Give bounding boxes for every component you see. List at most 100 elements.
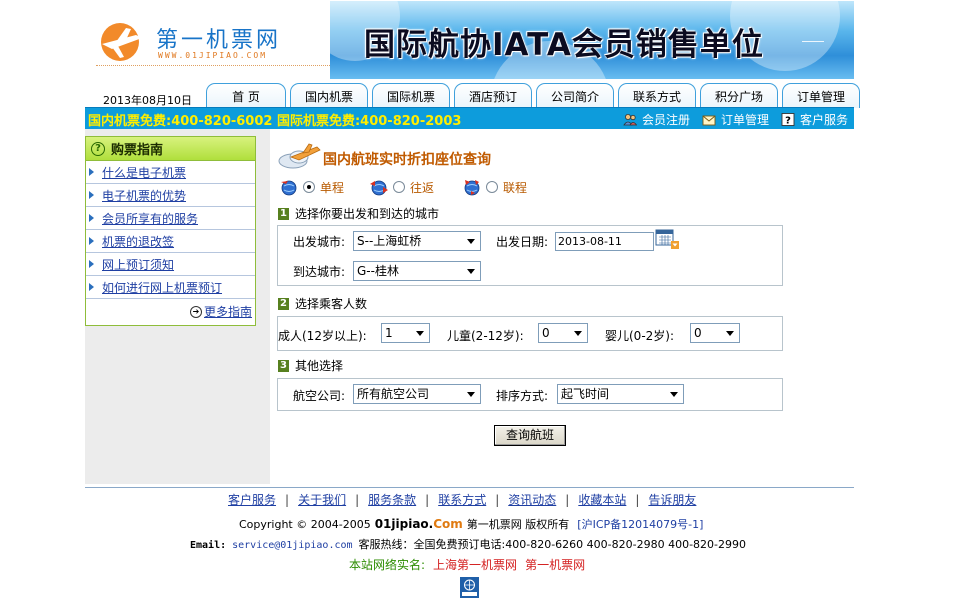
globe-multi-city-icon [464,180,480,196]
iata-banner[interactable]: 国际航协IATA会员销售单位 [330,1,854,79]
infant-count-select[interactable]: 0 [690,323,740,343]
copyright-prefix: Copyright © 2004-2005 [239,518,371,531]
hotline-text: 国内机票免费:400-820-6002 国际机票免费:400-820-2003 [88,114,462,129]
depart-city-label: 出发城市: [293,235,346,249]
depart-city-value: S--上海虹桥 [357,234,422,248]
step-3-number: 3 [278,359,289,372]
tab-company-profile[interactable]: 公司简介 [536,83,614,108]
chevron-down-icon [670,392,678,397]
footer-separator: | [285,492,290,507]
depart-date-input[interactable]: 2013-08-11 [555,232,654,251]
arrive-city-value: G--桂林 [357,264,399,278]
search-flights-button[interactable]: 查询航班 [494,425,566,446]
infant-count-value: 0 [694,326,702,340]
site-domain-name: 01jipiao. [374,517,434,531]
question-icon: ? [91,141,105,156]
realname-2-link[interactable]: 第一机票网 [525,556,585,573]
chevron-down-icon [467,269,475,274]
step-2-label: 选择乘客人数 [295,297,368,311]
customer-service-link[interactable]: ? 客户服务 [781,111,848,128]
calendar-icon[interactable] [655,229,679,249]
guide-link-how-to-book[interactable]: 如何进行网上机票预订 [102,279,222,296]
trip-one-way-radio[interactable] [303,181,315,193]
footer-link-customer-service[interactable]: 客户服务 [228,491,276,508]
trip-one-way-option[interactable]: 单程 [279,178,344,196]
svg-text:?: ? [785,116,791,127]
guide-title: 购票指南 [111,143,164,158]
realname-1-link[interactable]: 上海第一机票网 [433,556,517,573]
more-guides-link[interactable]: ➔ 更多指南 [189,303,252,320]
arrow-right-icon [89,191,94,199]
child-count-select[interactable]: 0 [538,323,588,343]
tab-international-flights[interactable]: 国际机票 [372,83,450,108]
tab-contact[interactable]: 联系方式 [618,83,696,108]
footer-link-bookmark[interactable]: 收藏本站 [578,491,626,508]
footer-link-news[interactable]: 资讯动态 [508,491,556,508]
member-register-link[interactable]: 会员注册 [623,111,690,128]
step-3-heading: 3 其他选择 [278,357,343,374]
chevron-down-icon [574,331,582,336]
email-link[interactable]: service@01jipiao.com [232,540,352,551]
guide-item: 网上预订须知 [86,253,255,276]
footer-divider [85,487,854,488]
tab-domestic-flights[interactable]: 国内机票 [290,83,368,108]
realname-line: 本站网络实名: 上海第一机票网 第一机票网 [349,556,585,573]
hotline-info: 客服热线：全国免费预订电话:400-820-6260 400-820-2980 … [358,538,747,551]
adult-count-select[interactable]: 1 [381,323,430,343]
chevron-down-icon [467,239,475,244]
footer-separator: | [355,492,360,507]
child-count-value: 0 [542,326,550,340]
chevron-down-icon [726,331,734,336]
airline-label: 航空公司: [293,389,346,403]
tab-hotel-booking[interactable]: 酒店预订 [454,83,532,108]
site-logo[interactable]: 第一机票网 WWW.01JIPIAO.COM [96,14,332,70]
tab-points-plaza[interactable]: 积分广场 [700,83,778,108]
hotline-bar: 国内机票免费:400-820-6002 国际机票免费:400-820-2003 … [85,107,854,129]
logo-underline [96,65,332,66]
trip-multi-city-radio[interactable] [486,181,498,193]
tab-order-management[interactable]: 订单管理 [782,83,860,108]
guide-link-refund-change[interactable]: 机票的退改签 [102,233,174,250]
footer-link-tell-friend[interactable]: 告诉朋友 [648,491,696,508]
footer-link-terms[interactable]: 服务条款 [368,491,416,508]
trip-round-trip-radio[interactable] [393,181,405,193]
trip-multi-city-option[interactable]: 联程 [462,178,527,196]
footer-link-about-us[interactable]: 关于我们 [298,491,346,508]
envelope-icon [702,115,716,126]
guide-link-e-ticket-advantages[interactable]: 电子机票的优势 [102,187,186,204]
guide-link-member-services[interactable]: 会员所享有的服务 [102,210,198,227]
contact-line: Email: service@01jipiao.com 客服热线：全国免费预订电… [190,536,746,552]
footer-links: 客户服务 | 关于我们 | 服务条款 | 联系方式 | 资讯动态 | 收藏本站 | 告诉朋友 [228,491,696,508]
email-label: Email: [190,540,227,551]
guide-item: 会员所享有的服务 [86,207,255,230]
arrive-city-select[interactable]: G--桂林 [353,261,481,281]
airline-select[interactable]: 所有航空公司 [353,384,481,404]
globe-one-way-icon [281,180,297,196]
guide-item: 如何进行网上机票预订 [86,276,255,299]
icp-license-link[interactable]: [沪ICP备12014079号-1] [577,516,703,532]
adult-label: 成人(12岁以上): [278,329,367,343]
trip-round-trip-option[interactable]: 往返 [369,178,434,196]
iata-logo-icon[interactable] [460,577,479,598]
guide-link-booking-notes[interactable]: 网上预订须知 [102,256,174,273]
logo-name: 第一机票网 [156,28,282,53]
order-management-link[interactable]: 订单管理 [702,111,769,128]
customer-service-label: 客户服务 [799,113,848,127]
footer-separator: | [495,492,500,507]
guide-header: ? 购票指南 [86,137,255,161]
guide-link-e-ticket[interactable]: 什么是电子机票 [102,164,186,181]
depart-city-select[interactable]: S--上海虹桥 [353,231,481,251]
chevron-down-icon [416,331,424,336]
trip-multi-city-label: 联程 [503,180,528,195]
sort-value: 起飞时间 [561,387,610,401]
footer-link-contact[interactable]: 联系方式 [438,491,486,508]
step-1-number: 1 [278,207,289,220]
footer-separator: | [425,492,430,507]
tab-home[interactable]: 首 页 [206,83,286,108]
page-title: 国内航班实时折扣座位查询 [323,152,491,168]
arrive-city-label: 到达城市: [293,265,346,279]
member-register-label: 会员注册 [641,113,690,127]
sort-select[interactable]: 起飞时间 [557,384,684,404]
logo-url: WWW.01JIPIAO.COM [158,51,268,60]
chevron-down-icon [467,392,475,397]
